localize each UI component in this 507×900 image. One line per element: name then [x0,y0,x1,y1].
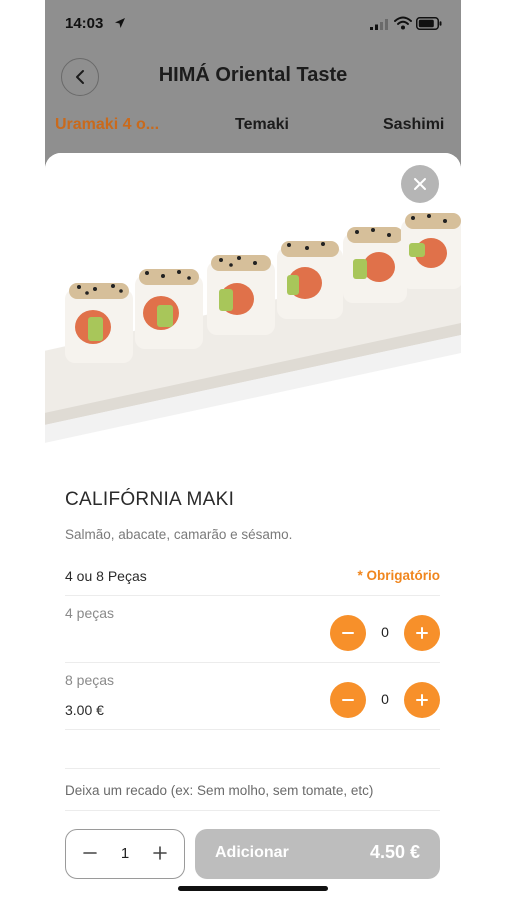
divider [65,662,440,663]
status-time: 14:03 [65,15,104,32]
minus-icon [342,632,354,634]
quantity-stepper: 1 [65,829,185,879]
divider [65,595,440,596]
product-photo [45,153,461,453]
option-stepper: 0 [330,615,440,651]
minus-icon [342,699,354,701]
plus-icon [416,627,428,639]
category-tabs: Uramaki 4 o... Temaki Sashimi [45,116,461,140]
close-button[interactable] [401,165,439,203]
back-chevron-icon [76,70,84,84]
required-label: * Obrigatório [357,568,440,583]
wifi-icon [394,16,412,30]
cellular-signal-icon [370,19,388,30]
home-indicator [178,886,328,891]
divider [65,729,440,730]
add-button-total: 4.50 € [369,842,420,862]
tab-sashimi[interactable]: Sashimi [383,116,444,134]
plus-icon [416,694,428,706]
option-group-title: 4 ou 8 Peças [65,568,147,584]
increase-button[interactable] [404,682,440,718]
back-button[interactable] [61,58,99,96]
restaurant-title: HIMÁ Oriental Taste [158,64,348,86]
add-button-label: Adicionar [215,844,289,861]
increase-button[interactable] [404,615,440,651]
decrease-button[interactable] [330,615,366,651]
option-label: 4 peças [65,605,115,621]
option-group-header: 4 ou 8 Peças * Obrigatório [65,568,440,594]
add-to-order-button[interactable]: Adicionar 4.50 € [195,829,440,879]
plus-icon[interactable] [152,844,168,862]
note-field[interactable]: Deixa um recado (ex: Sem molho, sem toma… [65,783,373,798]
phone-screen: 14:03 HIMÁ Oriental Taste Uramaki 4 o... [45,0,461,900]
product-sheet: CALIFÓRNIA MAKI Salmão, abacate, camarão… [45,153,461,900]
option-count: 0 [381,691,389,707]
close-icon [414,178,426,190]
option-price: 3.00 € [65,702,104,718]
decrease-button[interactable] [330,682,366,718]
tab-uramaki[interactable]: Uramaki 4 o... [55,116,159,134]
location-arrow-icon [115,18,125,28]
option-stepper: 0 [330,682,440,718]
quantity-value: 1 [120,845,130,862]
minus-icon[interactable] [82,844,98,862]
option-count: 0 [381,624,389,640]
tab-temaki[interactable]: Temaki [235,116,289,134]
option-label: 8 peças [65,672,115,688]
product-description: Salmão, abacate, camarão e sésamo. [65,527,293,542]
product-name: CALIFÓRNIA MAKI [65,489,235,510]
divider [65,768,440,769]
battery-icon [416,17,442,30]
divider [65,810,440,811]
status-bar: 14:03 [45,0,461,48]
